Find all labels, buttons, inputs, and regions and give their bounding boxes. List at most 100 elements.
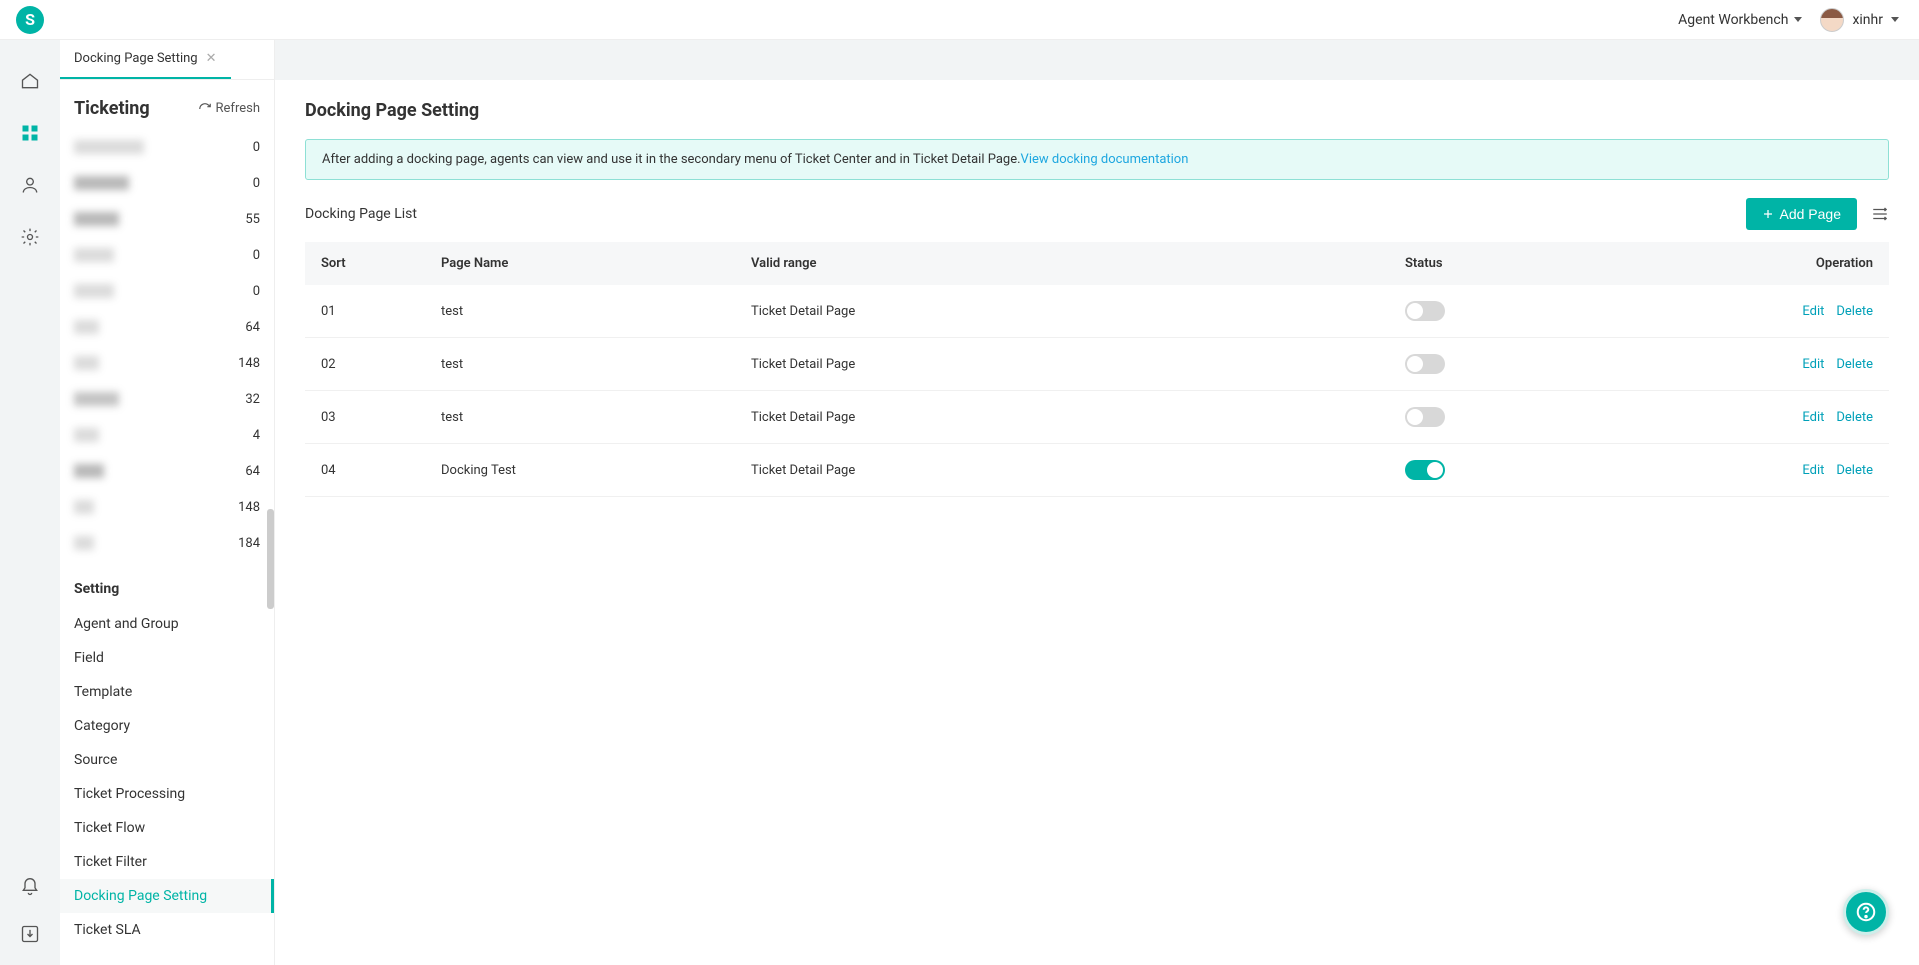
sidebar-count-row[interactable]: 4 xyxy=(74,417,260,453)
count-value: 0 xyxy=(253,284,260,299)
user-icon[interactable] xyxy=(19,174,41,196)
sidebar-count-row[interactable]: 0 xyxy=(74,129,260,165)
setting-item-ticket-filter[interactable]: Ticket Filter xyxy=(74,845,260,879)
setting-item-ticket-processing[interactable]: Ticket Processing xyxy=(74,777,260,811)
cell-valid: Ticket Detail Page xyxy=(735,338,1389,391)
help-fab[interactable] xyxy=(1843,889,1889,935)
blurred-label xyxy=(74,140,144,154)
blurred-label xyxy=(74,428,99,442)
status-toggle[interactable] xyxy=(1405,407,1445,427)
setting-item-ticket-flow[interactable]: Ticket Flow xyxy=(74,811,260,845)
user-dropdown[interactable]: xinhr xyxy=(1820,8,1899,32)
blurred-label xyxy=(74,392,119,406)
table-row: 03testTicket Detail PageEditDelete xyxy=(305,391,1889,444)
workbench-dropdown[interactable]: Agent Workbench xyxy=(1678,12,1802,28)
edit-link[interactable]: Edit xyxy=(1802,304,1824,319)
chevron-down-icon xyxy=(1794,17,1802,22)
th-valid: Valid range xyxy=(735,242,1389,285)
cell-name: test xyxy=(425,391,735,444)
sidebar-count-row[interactable]: 0 xyxy=(74,273,260,309)
scrollbar-thumb[interactable] xyxy=(267,509,274,609)
username-label: xinhr xyxy=(1852,12,1883,28)
setting-item-source[interactable]: Source xyxy=(74,743,260,777)
settings-title: Setting xyxy=(74,581,260,597)
blurred-label xyxy=(74,212,119,226)
sidebar-count-row[interactable]: 64 xyxy=(74,309,260,345)
cell-name: Docking Test xyxy=(425,444,735,497)
settings-icon[interactable] xyxy=(19,226,41,248)
th-status: Status xyxy=(1389,242,1729,285)
setting-item-ticket-sla[interactable]: Ticket SLA xyxy=(74,913,260,947)
blurred-label xyxy=(74,356,99,370)
tab-row: Docking Page Setting ✕ xyxy=(60,40,274,80)
cell-valid: Ticket Detail Page xyxy=(735,285,1389,338)
iconbar xyxy=(0,40,60,965)
blurred-label xyxy=(74,500,94,514)
table-row: 01testTicket Detail Page Edit Delete xyxy=(305,285,1889,338)
blurred-label xyxy=(74,464,104,478)
cell-name: test xyxy=(425,285,735,338)
setting-item-docking-page-setting[interactable]: Docking Page Setting xyxy=(60,879,274,913)
th-op: Operation xyxy=(1729,242,1889,285)
edit-link[interactable]: Edit xyxy=(1802,357,1824,372)
count-value: 64 xyxy=(245,464,260,479)
blurred-label xyxy=(74,176,129,190)
count-value: 64 xyxy=(245,320,260,335)
topbar: S Agent Workbench xinhr xyxy=(0,0,1919,40)
home-icon[interactable] xyxy=(19,70,41,92)
sidebar-count-row[interactable]: 0 xyxy=(74,237,260,273)
plus-icon xyxy=(1762,208,1774,220)
count-value: 0 xyxy=(253,140,260,155)
count-value: 32 xyxy=(245,392,260,407)
edit-link[interactable]: Edit xyxy=(1802,463,1824,478)
status-toggle[interactable] xyxy=(1405,354,1445,374)
download-icon[interactable] xyxy=(19,923,41,945)
refresh-icon xyxy=(198,102,212,116)
blurred-label xyxy=(74,284,114,298)
close-icon[interactable]: ✕ xyxy=(206,51,217,66)
status-toggle[interactable] xyxy=(1405,460,1445,480)
delete-link[interactable]: Delete xyxy=(1836,463,1873,478)
workbench-label: Agent Workbench xyxy=(1678,12,1788,28)
setting-item-template[interactable]: Template xyxy=(74,675,260,709)
cell-name: test xyxy=(425,338,735,391)
sort-settings-icon[interactable] xyxy=(1871,205,1889,223)
banner-link[interactable]: View docking documentation xyxy=(1021,152,1189,167)
docking-table: Sort Page Name Valid range Status Operat… xyxy=(305,242,1889,497)
apps-icon[interactable] xyxy=(19,122,41,144)
cell-sort: 04 xyxy=(305,444,425,497)
th-sort: Sort xyxy=(305,242,425,285)
sidebar-count-row[interactable]: 148 xyxy=(74,489,260,525)
sidebar-count-row[interactable]: 148 xyxy=(74,345,260,381)
delete-link[interactable]: Delete xyxy=(1836,410,1873,425)
tab-docking-page-setting[interactable]: Docking Page Setting ✕ xyxy=(60,40,231,79)
setting-item-field[interactable]: Field xyxy=(74,641,260,675)
main: Docking Page Setting After adding a dock… xyxy=(275,40,1919,965)
avatar xyxy=(1820,8,1844,32)
sidebar-count-row[interactable]: 64 xyxy=(74,453,260,489)
tab-label: Docking Page Setting xyxy=(74,51,198,66)
sidebar-count-row[interactable]: 0 xyxy=(74,165,260,201)
setting-item-agent-and-group[interactable]: Agent and Group xyxy=(74,607,260,641)
sidebar-count-row[interactable]: 55 xyxy=(74,201,260,237)
sidebar-count-row[interactable]: 32 xyxy=(74,381,260,417)
edit-link[interactable]: Edit xyxy=(1802,410,1824,425)
add-page-button[interactable]: Add Page xyxy=(1746,198,1858,230)
refresh-label: Refresh xyxy=(216,101,260,116)
blurred-label xyxy=(74,536,94,550)
count-value: 184 xyxy=(238,536,260,551)
bell-icon[interactable] xyxy=(19,876,41,898)
delete-link[interactable]: Delete xyxy=(1836,357,1873,372)
sidepanel-title: Ticketing xyxy=(74,98,150,119)
cell-sort: 03 xyxy=(305,391,425,444)
chevron-down-icon xyxy=(1891,17,1899,22)
sidebar-count-row[interactable]: 184 xyxy=(74,525,260,561)
refresh-button[interactable]: Refresh xyxy=(198,101,260,116)
cell-sort: 01 xyxy=(305,285,425,338)
page-title: Docking Page Setting xyxy=(305,100,1889,121)
setting-item-category[interactable]: Category xyxy=(74,709,260,743)
delete-link[interactable]: Delete xyxy=(1836,304,1873,319)
count-value: 55 xyxy=(245,212,260,227)
status-toggle[interactable] xyxy=(1405,301,1445,321)
count-value: 148 xyxy=(238,500,260,515)
